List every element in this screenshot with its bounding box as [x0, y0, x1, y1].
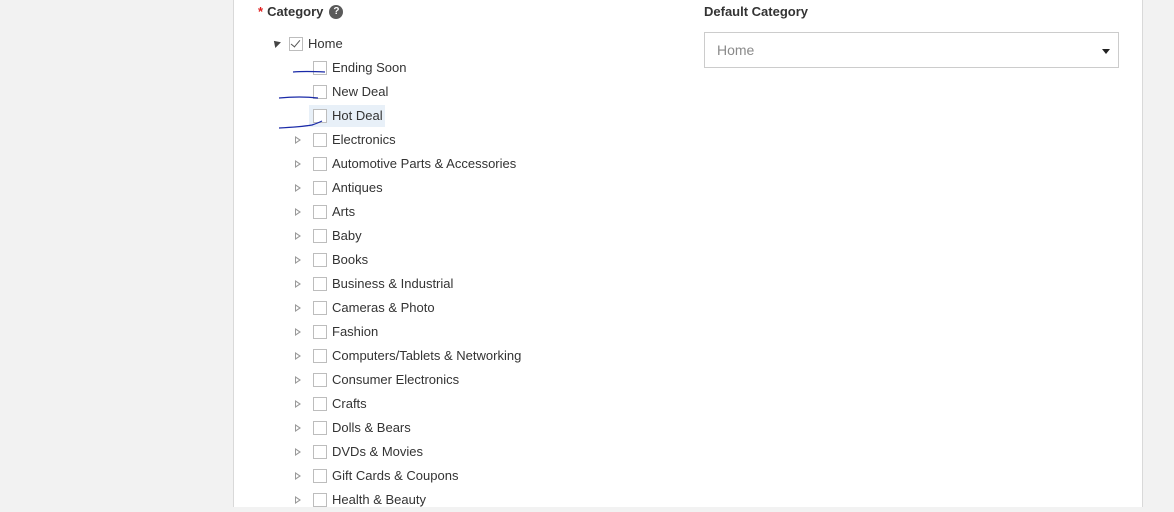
checkbox[interactable]	[313, 445, 327, 459]
tree-node-label: Ending Soon	[332, 60, 407, 75]
tree-node-label: Automotive Parts & Accessories	[332, 156, 517, 171]
tree-node-baby[interactable]: Baby	[292, 224, 552, 248]
tree-node-label: Gift Cards & Coupons	[332, 468, 459, 483]
checkbox[interactable]	[313, 325, 327, 339]
tree-node-home[interactable]: Home	[270, 32, 390, 56]
checkbox[interactable]	[313, 61, 327, 75]
tree-node-label: Health & Beauty	[332, 492, 426, 507]
default-category-value: Home	[717, 42, 755, 58]
tree-node-label: Cameras & Photo	[332, 300, 435, 315]
tree-node-antiques[interactable]: Antiques	[292, 176, 552, 200]
checkbox[interactable]	[313, 109, 327, 123]
expand-toggle-icon[interactable]	[295, 256, 301, 264]
expand-toggle-icon[interactable]	[295, 400, 301, 408]
tree-node-label: Home	[308, 36, 343, 51]
tree-node-gift-cards-coupons[interactable]: Gift Cards & Coupons	[292, 464, 552, 488]
tree-node-crafts[interactable]: Crafts	[292, 392, 552, 416]
category-label-text: Category	[267, 4, 324, 19]
expand-toggle-icon[interactable]	[295, 496, 301, 504]
checkbox[interactable]	[313, 253, 327, 267]
checkbox[interactable]	[313, 205, 327, 219]
tree-node-automotive-parts-accessories[interactable]: Automotive Parts & Accessories	[292, 152, 552, 176]
tree-node-consumer-electronics[interactable]: Consumer Electronics	[292, 368, 552, 392]
checkbox[interactable]	[313, 301, 327, 315]
expand-toggle-icon[interactable]	[295, 376, 301, 384]
checkbox[interactable]	[313, 349, 327, 363]
checkbox-home[interactable]	[289, 37, 303, 51]
expand-toggle-icon[interactable]	[295, 160, 301, 168]
checkbox[interactable]	[313, 421, 327, 435]
tree-node-label: Crafts	[332, 396, 367, 411]
tree-node-cameras-photo[interactable]: Cameras & Photo	[292, 296, 552, 320]
checkbox[interactable]	[313, 229, 327, 243]
tree-node-computers-tablets-networking[interactable]: Computers/Tablets & Networking	[292, 344, 552, 368]
expand-toggle-icon[interactable]	[295, 448, 301, 456]
tree-node-health-beauty[interactable]: Health & Beauty	[292, 488, 552, 512]
checkbox[interactable]	[313, 85, 327, 99]
checkbox[interactable]	[313, 277, 327, 291]
category-label: * Category ?	[258, 4, 344, 20]
expand-toggle-icon[interactable]	[295, 424, 301, 432]
help-icon[interactable]: ?	[329, 5, 344, 19]
required-marker: *	[258, 4, 264, 19]
tree-node-label: Electronics	[332, 132, 396, 147]
tree-node-label: Computers/Tablets & Networking	[332, 348, 522, 363]
default-category-select[interactable]: Home	[704, 32, 1119, 68]
expand-toggle-icon[interactable]	[271, 38, 281, 48]
tree-node-label: Books	[332, 252, 369, 267]
checkbox[interactable]	[313, 133, 327, 147]
expand-toggle-icon[interactable]	[295, 472, 301, 480]
checkbox[interactable]	[313, 157, 327, 171]
expand-toggle-icon[interactable]	[295, 304, 301, 312]
tree-node-label: Hot Deal	[332, 108, 383, 123]
expand-toggle-icon[interactable]	[295, 208, 301, 216]
tree-node-electronics[interactable]: Electronics	[292, 128, 552, 152]
tree-node-label: Consumer Electronics	[332, 372, 460, 387]
tree-node-label: DVDs & Movies	[332, 444, 424, 459]
checkbox[interactable]	[313, 397, 327, 411]
expand-toggle-icon[interactable]	[295, 184, 301, 192]
tree-node-hot-deal[interactable]: Hot Deal	[292, 104, 552, 128]
tree-node-arts[interactable]: Arts	[292, 200, 552, 224]
tree-node-label: Antiques	[332, 180, 383, 195]
expand-toggle-icon[interactable]	[295, 352, 301, 360]
expand-toggle-icon[interactable]	[295, 328, 301, 336]
tree-node-books[interactable]: Books	[292, 248, 552, 272]
chevron-down-icon	[1102, 49, 1110, 54]
tree-node-label: Baby	[332, 228, 362, 243]
expand-toggle-icon[interactable]	[295, 280, 301, 288]
tree-node-dolls-bears[interactable]: Dolls & Bears	[292, 416, 552, 440]
tree-node-label: New Deal	[332, 84, 389, 99]
default-category-label: Default Category	[704, 4, 809, 19]
checkbox[interactable]	[313, 493, 327, 507]
tree-node-business-industrial[interactable]: Business & Industrial	[292, 272, 552, 296]
tree-node-fashion[interactable]: Fashion	[292, 320, 552, 344]
tree-node-label: Arts	[332, 204, 356, 219]
checkbox[interactable]	[313, 469, 327, 483]
tree-node-label: Fashion	[332, 324, 379, 339]
tree-node-new-deal[interactable]: New Deal	[292, 80, 552, 104]
expand-toggle-icon[interactable]	[295, 136, 301, 144]
tree-node-label: Business & Industrial	[332, 276, 454, 291]
tree-node-ending-soon[interactable]: Ending Soon	[292, 56, 552, 80]
tree-node-label: Dolls & Bears	[332, 420, 411, 435]
tree-node-dvds-movies[interactable]: DVDs & Movies	[292, 440, 552, 464]
checkbox[interactable]	[313, 181, 327, 195]
expand-toggle-icon[interactable]	[295, 232, 301, 240]
checkbox[interactable]	[313, 373, 327, 387]
